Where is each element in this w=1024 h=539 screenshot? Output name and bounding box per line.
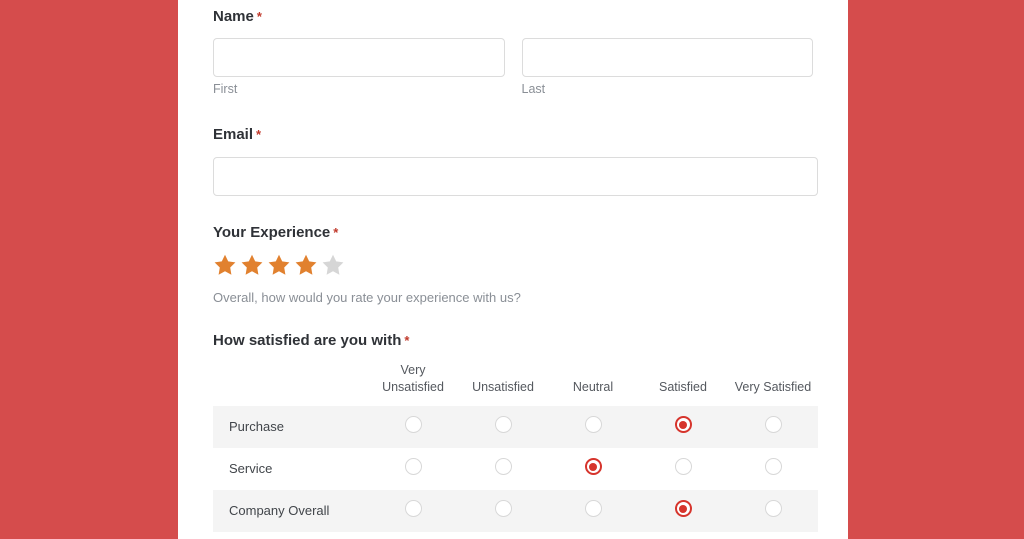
- matrix-row-label: Company Overall: [213, 490, 368, 532]
- matrix-column-header: Very Unsatisfied: [382, 363, 444, 394]
- matrix-cell[interactable]: [458, 448, 548, 490]
- satisfaction-label: How satisfied are you with *: [213, 332, 813, 350]
- email-label-text: Email: [213, 126, 254, 143]
- matrix-column-header: Unsatisfied: [472, 380, 534, 394]
- matrix-row: Purchase: [213, 406, 818, 448]
- experience-label-text: Your Experience: [213, 224, 331, 241]
- radio-unselected[interactable]: [494, 416, 512, 433]
- matrix-header: Very Unsatisfied Unsatisfied Neutral Satisf…: [213, 362, 818, 406]
- survey-form-panel: Name * First Last Email * Your Experienc…: [178, 0, 848, 539]
- email-required-marker: *: [256, 127, 262, 142]
- star-icon[interactable]: [294, 253, 318, 282]
- radio-unselected[interactable]: [764, 458, 782, 475]
- page-background: Name * First Last Email * Your Experienc…: [0, 0, 1024, 539]
- matrix-cell[interactable]: [368, 406, 458, 448]
- matrix-column-header: Neutral: [572, 380, 614, 394]
- experience-label: Your Experience *: [213, 224, 813, 242]
- radio-unselected[interactable]: [584, 416, 602, 433]
- star-icon[interactable]: [240, 253, 264, 282]
- radio-unselected[interactable]: [494, 458, 512, 475]
- radio-unselected[interactable]: [764, 500, 782, 517]
- radio-selected[interactable]: [674, 416, 692, 433]
- first-name-column: First: [213, 38, 505, 97]
- experience-field-group: Your Experience * Overall, how would you …: [213, 224, 813, 306]
- matrix-cell[interactable]: [728, 490, 818, 532]
- radio-unselected[interactable]: [494, 500, 512, 517]
- radio-unselected[interactable]: [674, 458, 692, 475]
- satisfaction-matrix: Very Unsatisfied Unsatisfied Neutral Satisf…: [213, 362, 818, 532]
- experience-required-marker: *: [333, 225, 339, 240]
- radio-unselected[interactable]: [404, 458, 422, 475]
- name-label-text: Name: [213, 8, 254, 25]
- first-name-sublabel: First: [213, 82, 238, 96]
- last-name-sublabel: Last: [521, 82, 546, 96]
- matrix-cell[interactable]: [548, 490, 638, 532]
- radio-selected[interactable]: [584, 458, 602, 475]
- radio-unselected[interactable]: [764, 416, 782, 433]
- matrix-cell[interactable]: [368, 490, 458, 532]
- matrix-cell[interactable]: [638, 448, 728, 490]
- matrix-body: Purchase Service Company Overall: [213, 406, 818, 532]
- first-name-input[interactable]: [213, 38, 505, 77]
- last-name-input[interactable]: [521, 38, 813, 77]
- radio-selected[interactable]: [674, 500, 692, 517]
- satisfaction-field-group: How satisfied are you with * Very Unsatis…: [213, 332, 818, 532]
- matrix-row-label: Purchase: [213, 406, 368, 448]
- name-field-group: Name * First Last: [213, 0, 813, 97]
- star-icon[interactable]: [213, 253, 237, 282]
- matrix-cell[interactable]: [458, 490, 548, 532]
- form-content: Name * First Last Email * Your Experienc…: [178, 0, 848, 532]
- matrix-cell[interactable]: [638, 490, 728, 532]
- star-icon[interactable]: [267, 253, 291, 282]
- matrix-column-header: Very Satisfied: [734, 380, 812, 394]
- radio-unselected[interactable]: [404, 500, 422, 517]
- email-input[interactable]: [213, 157, 818, 196]
- matrix-row-label: Service: [229, 461, 273, 476]
- matrix-column-header: Satisfied: [659, 380, 707, 394]
- satisfaction-required-marker: *: [404, 333, 410, 348]
- matrix-header-row: Very Unsatisfied Unsatisfied Neutral Satisf…: [213, 362, 818, 406]
- experience-help-text: Overall, how would you rate your experie…: [213, 290, 521, 305]
- radio-unselected[interactable]: [404, 416, 422, 433]
- matrix-cell[interactable]: [638, 406, 728, 448]
- matrix-row: Service: [213, 448, 818, 490]
- star-rating-control[interactable]: [213, 253, 813, 282]
- satisfaction-label-text: How satisfied are you with: [213, 332, 402, 349]
- matrix-row: Company Overall: [213, 490, 818, 532]
- last-name-column: Last: [521, 38, 813, 97]
- matrix-cell[interactable]: [728, 448, 818, 490]
- radio-unselected[interactable]: [584, 500, 602, 517]
- matrix-cell[interactable]: [368, 448, 458, 490]
- star-icon[interactable]: [321, 253, 345, 282]
- matrix-cell[interactable]: [458, 406, 548, 448]
- matrix-cell[interactable]: [728, 406, 818, 448]
- email-label: Email *: [213, 126, 813, 144]
- matrix-cell[interactable]: [548, 406, 638, 448]
- name-inputs-row: First Last: [213, 38, 813, 97]
- matrix-cell[interactable]: [548, 448, 638, 490]
- name-label: Name *: [213, 8, 813, 26]
- name-required-marker: *: [256, 9, 262, 24]
- matrix-corner-cell: [213, 362, 368, 406]
- email-field-group: Email *: [213, 126, 818, 196]
